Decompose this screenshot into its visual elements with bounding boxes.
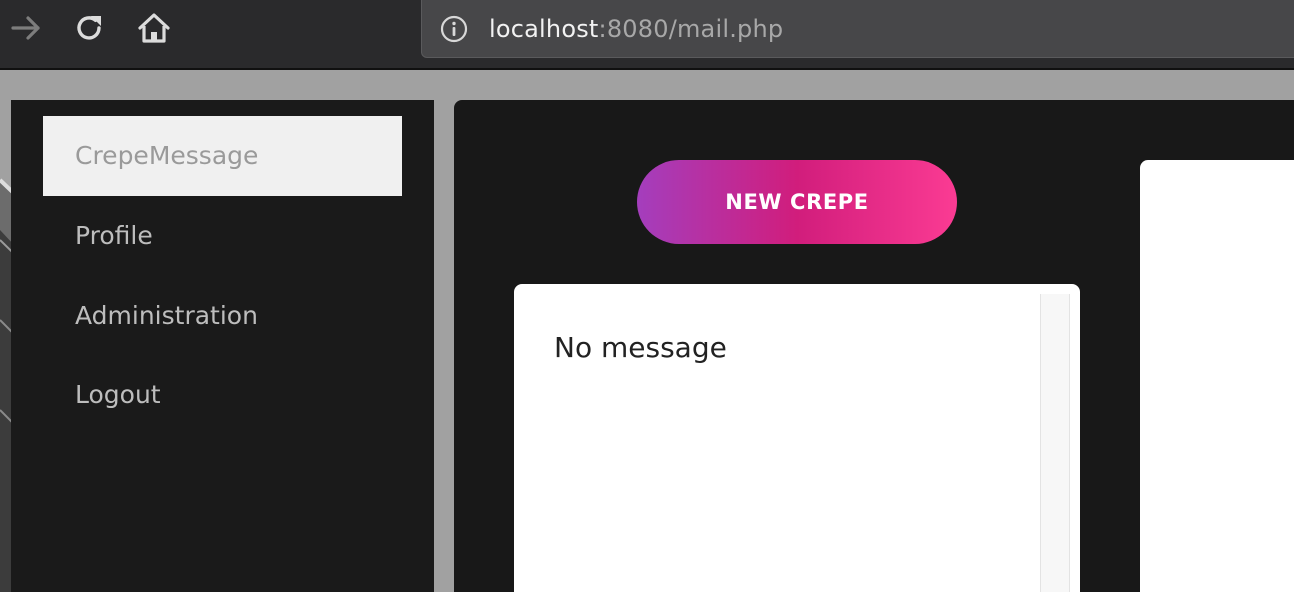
home-icon: [138, 13, 170, 43]
reload-icon: [77, 16, 101, 40]
sidebar-item-label: Profile: [75, 221, 153, 250]
sidebar-item-label: CrepeMessage: [75, 141, 259, 170]
home-button[interactable]: [134, 8, 174, 48]
url-text[interactable]: localhost:8080/mail.php: [489, 13, 783, 45]
url-path: :8080/mail.php: [598, 15, 784, 43]
forward-button[interactable]: [6, 8, 46, 48]
sidebar-item-profile[interactable]: Profile: [43, 196, 402, 276]
arrow-right-icon: [11, 16, 40, 40]
sidebar-item-label: Administration: [75, 301, 258, 330]
info-icon[interactable]: [440, 15, 468, 43]
main-panel: NEW CREPE No message: [454, 100, 1294, 592]
message-list: No message: [514, 284, 1080, 592]
empty-message-text: No message: [554, 331, 727, 364]
address-bar[interactable]: localhost:8080/mail.php: [421, 0, 1294, 58]
browser-toolbar: localhost:8080/mail.php: [0, 0, 1294, 70]
sidebar-item-label: Logout: [75, 380, 161, 409]
sidebar-item-logout[interactable]: Logout: [43, 355, 402, 435]
new-crepe-button[interactable]: NEW CREPE: [637, 160, 957, 244]
reload-button[interactable]: [70, 8, 110, 48]
url-host: localhost: [489, 15, 599, 43]
message-list-scrollbar[interactable]: [1040, 294, 1070, 592]
sidebar-item-crepemessage[interactable]: CrepeMessage: [43, 116, 402, 196]
sidebar: CrepeMessage Profile Administration Logo…: [11, 100, 434, 592]
message-detail-panel: [1140, 160, 1294, 592]
sidebar-item-administration[interactable]: Administration: [43, 276, 402, 356]
